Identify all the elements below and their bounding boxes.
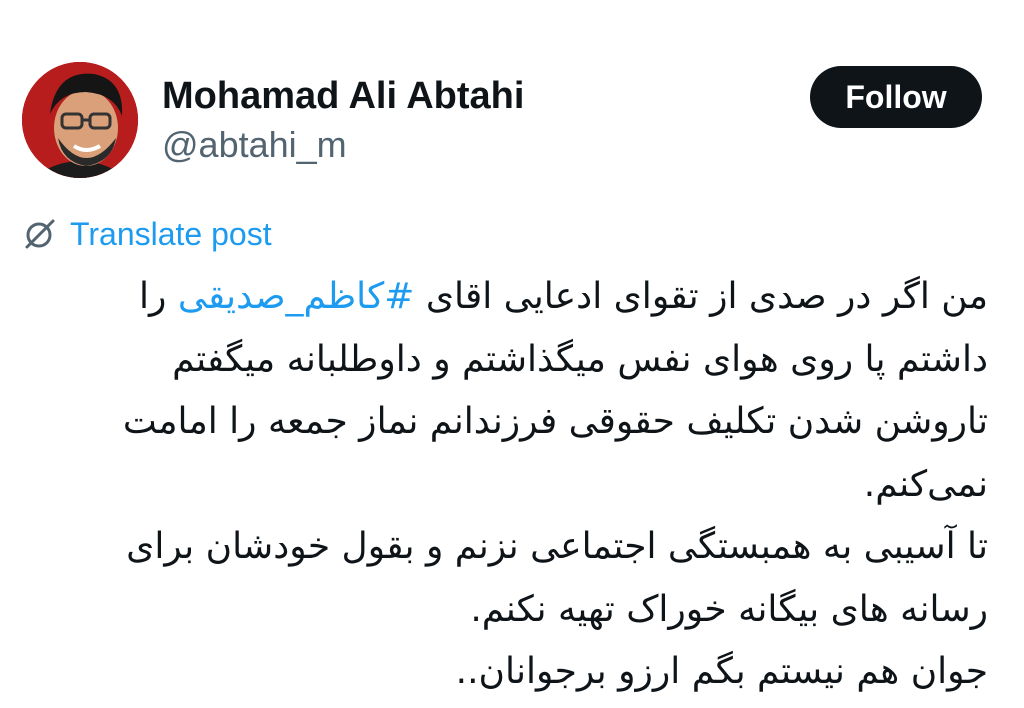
translate-post-label: Translate post (70, 215, 272, 252)
hashtag-link[interactable]: #کاظم_صدیقی (178, 276, 415, 317)
post-line-1-start: من اگر در صدی از تقوای ادعایی اقای (414, 276, 988, 317)
post-line-3: تاروشن شدن تکلیف حقوقی فرزندانم نماز جمع… (122, 401, 988, 442)
author-handle[interactable]: @abtahi_m (162, 124, 347, 166)
post-line-6: رسانه های بیگانه خوراک تهیه نکنم. (470, 588, 988, 630)
translate-post-link[interactable]: Translate post (22, 212, 272, 256)
post-line-4: نمی‌کنم. (863, 463, 988, 505)
avatar[interactable] (22, 62, 138, 178)
follow-button[interactable]: Follow (810, 66, 982, 128)
post-line-1: من اگر در صدی از تقوای ادعایی اقای #کاظم… (30, 266, 988, 329)
avatar-photo (22, 62, 138, 178)
post-text: من اگر در صدی از تقوای ادعایی اقای #کاظم… (30, 266, 988, 704)
post-line-2: داشتم پا روی هوای نفس میگذاشتم و داوطلبا… (172, 338, 988, 380)
post-line-7: جوان هم نیستم بگم ارزو برجوانان.. (455, 651, 988, 692)
post-line-5: تا آسیبی به همبستگی اجتماعی نزنم و بقول … (126, 526, 988, 567)
post-line-1-end: را (139, 276, 178, 317)
globe-slash-icon (22, 216, 58, 252)
author-name[interactable]: Mohamad Ali Abtahi (162, 74, 524, 118)
post-header: Mohamad Ali Abtahi @abtahi_m Follow (22, 62, 982, 182)
